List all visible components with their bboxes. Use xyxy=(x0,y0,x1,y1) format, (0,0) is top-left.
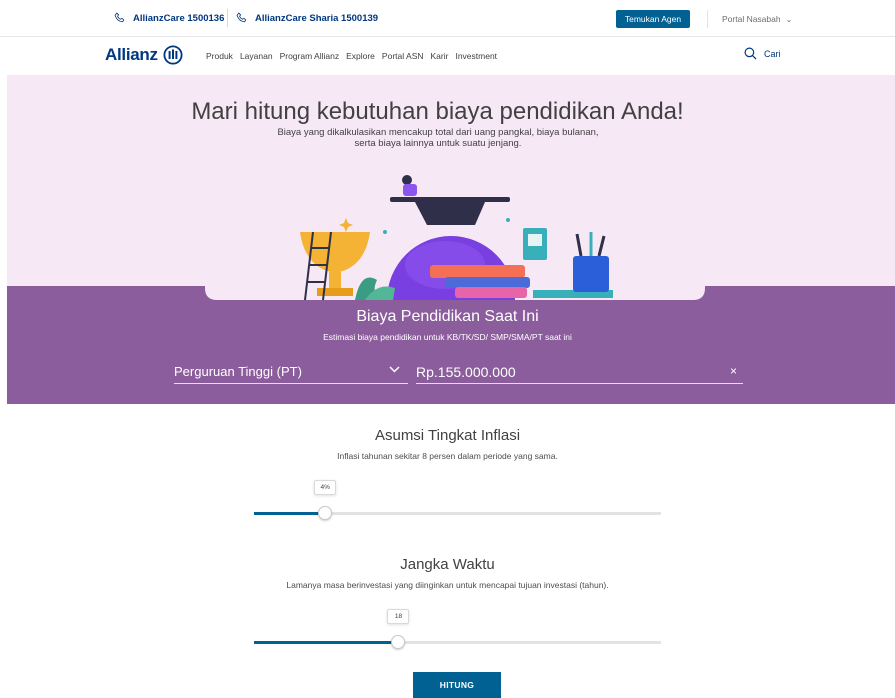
nav-item-explore[interactable]: Explore xyxy=(346,51,375,61)
search-icon xyxy=(744,47,757,60)
nav-item-investment[interactable]: Investment xyxy=(455,51,497,61)
portal-nasabah-label: Portal Nasabah xyxy=(722,14,781,24)
calculate-button[interactable]: HITUNG xyxy=(413,672,501,698)
inflation-slider-thumb[interactable] xyxy=(318,506,333,520)
nav-item-portal-asn[interactable]: Portal ASN xyxy=(382,51,424,61)
phone-label-allianzcare: AllianzCare 1500136 xyxy=(133,12,225,24)
education-illustration xyxy=(205,170,705,301)
inflation-slider-fill xyxy=(254,512,326,515)
cost-amount-input[interactable]: Rp.155.000.000 × xyxy=(416,360,743,384)
phone-icon xyxy=(114,12,125,23)
portal-nasabah-dropdown[interactable]: Portal Nasabah ⌄ xyxy=(722,14,792,24)
main-nav: Allianz Produk Layanan Program Allianz E… xyxy=(0,38,895,74)
inflation-title: Asumsi Tingkat Inflasi xyxy=(374,427,521,444)
search-button[interactable]: Cari xyxy=(744,47,781,60)
top-bar: AllianzCare 1500136 AllianzCare Sharia 1… xyxy=(0,0,895,37)
cost-amount-value: Rp.155.000.000 xyxy=(416,363,516,380)
divider xyxy=(707,10,708,28)
page-subtitle-line1: Biaya yang dikalkulasikan mencakup total… xyxy=(277,127,599,138)
inflation-value-bubble: 4% xyxy=(314,480,337,495)
search-label: Cari xyxy=(764,48,781,59)
find-agent-button[interactable]: Temukan Agen xyxy=(616,10,690,28)
allianz-logo[interactable]: Allianz xyxy=(105,45,183,65)
divider xyxy=(227,9,228,27)
duration-title: Jangka Waktu xyxy=(400,556,495,573)
current-cost-subtitle: Estimasi biaya pendidikan untuk KB/TK/SD… xyxy=(323,332,572,342)
chevron-down-icon: ⌄ xyxy=(785,14,793,24)
nav-item-karir[interactable]: Karir xyxy=(431,51,449,61)
chevron-down-icon xyxy=(389,365,400,376)
nav-item-program-allianz[interactable]: Program Allianz xyxy=(280,51,340,61)
duration-value-bubble: 18 xyxy=(387,609,410,624)
nav-menu: Produk Layanan Program Allianz Explore P… xyxy=(206,51,497,61)
clear-icon[interactable]: × xyxy=(730,364,737,378)
allianz-eagle-icon xyxy=(163,45,183,65)
logo-text: Allianz xyxy=(105,45,158,64)
page-subtitle-line2: serta biaya lainnya untuk suatu jenjang. xyxy=(354,138,522,149)
education-level-value: Perguruan Tinggi (PT) xyxy=(174,364,302,379)
nav-item-produk[interactable]: Produk xyxy=(206,51,233,61)
phone-link-sharia[interactable]: AllianzCare Sharia 1500139 xyxy=(235,11,378,25)
duration-subtitle: Lamanya masa berinvestasi yang diinginka… xyxy=(286,580,609,590)
duration-slider[interactable]: 18 xyxy=(254,609,661,649)
phone-label-sharia: AllianzCare Sharia 1500139 xyxy=(255,12,379,24)
duration-slider-fill xyxy=(254,641,399,644)
nav-item-layanan[interactable]: Layanan xyxy=(240,51,273,61)
current-cost-title: Biaya Pendidikan Saat Ini xyxy=(356,308,539,325)
inflation-subtitle: Inflasi tahunan sekitar 8 persen dalam p… xyxy=(337,451,558,461)
inflation-slider[interactable]: 4% xyxy=(254,480,661,520)
page-subtitle: Biaya yang dikalkulasikan mencakup total… xyxy=(0,127,876,149)
page-title: Mari hitung kebutuhan biaya pendidikan A… xyxy=(191,98,684,125)
phone-link-allianzcare[interactable]: AllianzCare 1500136 xyxy=(113,11,224,25)
duration-slider-thumb[interactable] xyxy=(391,635,406,649)
education-level-select[interactable]: Perguruan Tinggi (PT) xyxy=(174,360,408,384)
phone-icon xyxy=(236,12,247,23)
